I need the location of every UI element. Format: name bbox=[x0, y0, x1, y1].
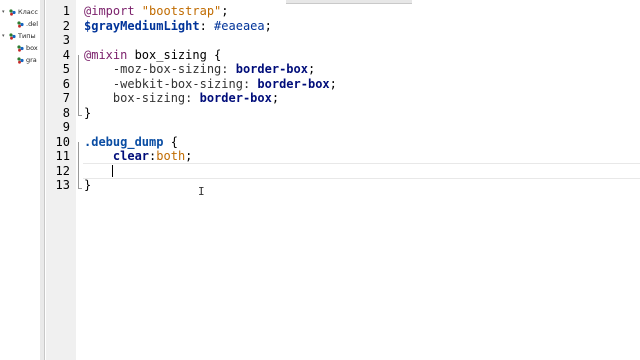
fold-end-mixin bbox=[78, 115, 82, 116]
code-token: ; bbox=[185, 149, 193, 163]
line-number-gutter: 1 2 3 4 5 6 7 8 9 10 11 12 13 bbox=[46, 0, 77, 360]
code-token: } bbox=[84, 105, 92, 120]
code-token: border-box bbox=[257, 76, 330, 91]
code-token: border-box bbox=[199, 91, 272, 105]
line-number: 6 bbox=[62, 76, 70, 91]
code-token: box_sizing { bbox=[134, 47, 222, 62]
code-token: both bbox=[156, 149, 186, 163]
code-line[interactable]: .debug_dump { bbox=[84, 135, 178, 150]
navigator-item-label: .del bbox=[26, 20, 38, 28]
line-number: 1 bbox=[62, 4, 70, 18]
line-number: 2 bbox=[62, 18, 70, 33]
code-token: box-sizing: bbox=[84, 91, 200, 105]
navigator-item-label: box bbox=[26, 44, 38, 52]
code-token: $grayMediumLight bbox=[84, 18, 200, 33]
code-line[interactable]: @import "bootstrap"; bbox=[84, 4, 229, 19]
code-token: @mixin bbox=[84, 47, 135, 62]
navigator-item-label: Класс bbox=[18, 8, 38, 16]
code-token: } bbox=[84, 178, 92, 192]
code-editor[interactable]: 1 2 3 4 5 6 7 8 9 10 11 12 13 @import "bootstrap"; $g… bbox=[46, 0, 640, 360]
code-token: ; bbox=[271, 91, 280, 105]
code-token: ; bbox=[264, 18, 272, 33]
line-number: 10 bbox=[55, 134, 70, 149]
navigator-panel: ▾ Класс .del ▾ Типы box gra bbox=[0, 0, 45, 360]
line-number: 9 bbox=[62, 120, 70, 134]
code-token: -moz-box-sizing: bbox=[84, 62, 236, 76]
navigator-item[interactable]: ▾ Типы bbox=[2, 30, 36, 42]
item-icon bbox=[17, 20, 24, 28]
navigator-item-label: Типы bbox=[18, 32, 36, 40]
navigator-item[interactable]: .del bbox=[10, 18, 38, 30]
line-number: 11 bbox=[55, 149, 70, 163]
code-token: ; bbox=[221, 4, 229, 18]
code-line[interactable]: -moz-box-sizing: border-box; bbox=[84, 62, 315, 77]
code-token: "bootstrap" bbox=[141, 4, 222, 18]
code-token: .debug_dump bbox=[84, 134, 164, 149]
item-icon bbox=[17, 56, 24, 64]
code-token: @import bbox=[84, 4, 142, 18]
code-line[interactable]: @mixin box_sizing { bbox=[84, 48, 221, 63]
text-caret bbox=[112, 164, 113, 177]
navigator-item[interactable]: gra bbox=[10, 54, 37, 66]
code-line[interactable]: clear:both; bbox=[84, 149, 193, 164]
code-token: clear bbox=[112, 149, 150, 163]
code-token: : bbox=[199, 18, 215, 33]
line-number: 7 bbox=[62, 91, 70, 105]
mouse-ibeam-cursor-icon: I bbox=[198, 185, 205, 198]
line-number: 12 bbox=[55, 163, 70, 178]
navigator-item[interactable]: ▾ Класс bbox=[2, 6, 38, 18]
line-number: 8 bbox=[62, 105, 70, 120]
code-token: { bbox=[163, 134, 178, 149]
code-line[interactable] bbox=[84, 164, 113, 179]
code-token: ; bbox=[329, 76, 337, 91]
line-number: 3 bbox=[62, 33, 70, 47]
code-line[interactable]: -webkit-box-sizing: border-box; bbox=[84, 77, 337, 92]
line-number: 13 bbox=[55, 178, 70, 192]
navigator-item[interactable]: box bbox=[10, 42, 38, 54]
fold-column bbox=[76, 0, 82, 360]
code-line[interactable]: box-sizing: border-box; bbox=[84, 91, 279, 106]
code-token: -webkit-box-sizing: bbox=[84, 76, 258, 91]
code-token: border-box bbox=[235, 62, 308, 76]
code-line[interactable]: $grayMediumLight: #eaeaea; bbox=[84, 19, 272, 34]
tree-toggle-icon[interactable]: ▾ bbox=[2, 9, 9, 15]
code-line[interactable]: } bbox=[84, 178, 91, 193]
code-token: #eaeaea bbox=[214, 18, 265, 33]
tree-toggle-icon[interactable]: ▾ bbox=[2, 33, 9, 39]
fold-guide-mixin bbox=[78, 55, 79, 115]
navigator-item-label: gra bbox=[26, 56, 37, 64]
line-number: 5 bbox=[62, 62, 70, 76]
code-token: ; bbox=[307, 62, 316, 76]
current-line-highlight bbox=[83, 162, 640, 179]
item-icon bbox=[17, 44, 24, 52]
code-line[interactable]: } bbox=[84, 106, 91, 121]
line-number: 4 bbox=[62, 47, 70, 62]
class-icon bbox=[9, 8, 16, 16]
code-text-area[interactable]: @import "bootstrap"; $grayMediumLight: #e… bbox=[83, 0, 640, 360]
fold-end-debug-dump bbox=[78, 188, 82, 189]
fold-guide-debug-dump bbox=[78, 142, 79, 188]
types-icon bbox=[9, 32, 16, 40]
